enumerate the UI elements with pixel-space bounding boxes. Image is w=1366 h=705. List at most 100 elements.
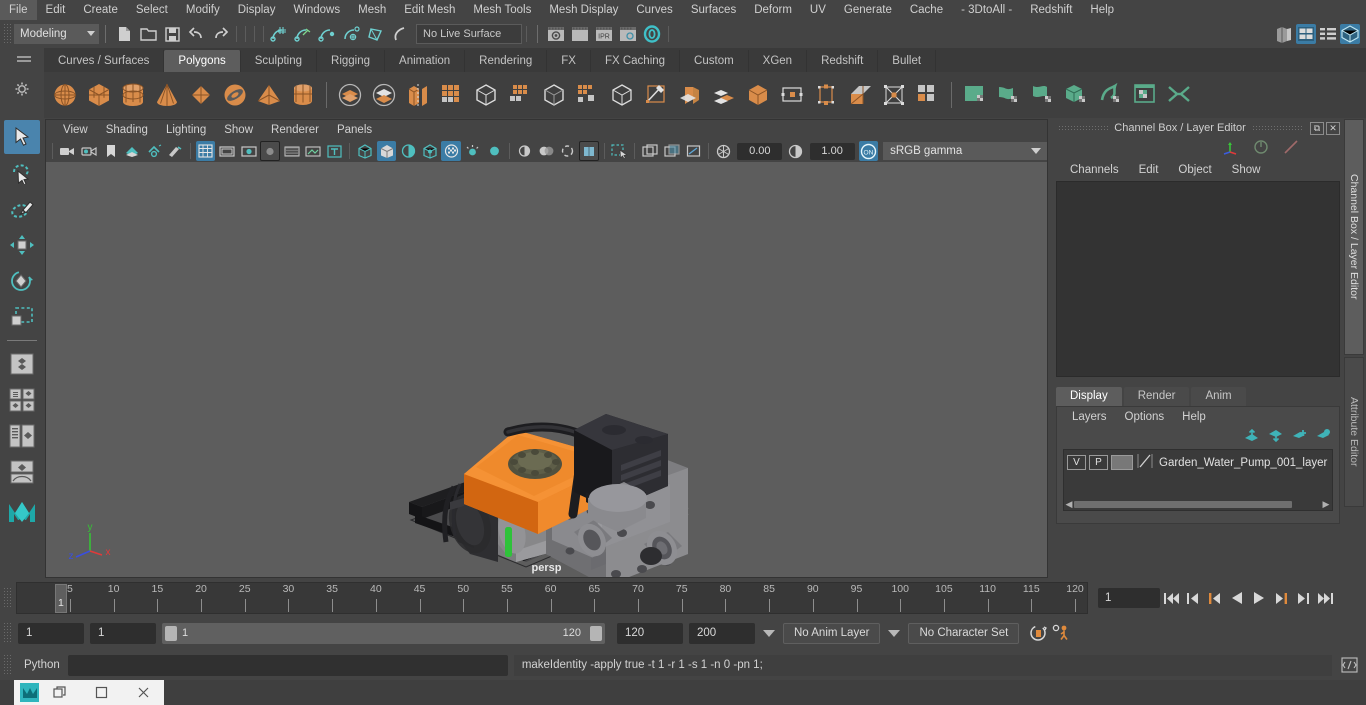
gamma-icon[interactable] (786, 141, 806, 161)
layer-menu-layers[interactable]: Layers (1063, 411, 1116, 423)
save-scene-icon[interactable] (161, 23, 183, 45)
viewport-menu-lighting[interactable]: Lighting (157, 120, 215, 140)
shelf-tab-rigging[interactable]: Rigging (317, 50, 386, 72)
menu-windows[interactable]: Windows (284, 0, 349, 20)
time-slider[interactable]: 1 5 10 15 20 25 30 35 40 45 50 55 60 65 70 75 80 85 90 95 1… (16, 582, 1088, 614)
depth-of-field-icon[interactable] (579, 141, 599, 161)
smooth-icon[interactable] (743, 80, 773, 110)
menu-mesh-display[interactable]: Mesh Display (540, 0, 627, 20)
channel-speed-icon[interactable] (1252, 139, 1270, 158)
image-plane-icon[interactable] (122, 141, 142, 161)
viewport-menu-shading[interactable]: Shading (97, 120, 157, 140)
menu-surfaces[interactable]: Surfaces (682, 0, 745, 20)
layer-list[interactable]: V P Garden_Water_Pump_001_layer ◀ ▶ (1063, 449, 1333, 511)
menu-cache[interactable]: Cache (901, 0, 952, 20)
poly-sphere-icon[interactable] (50, 80, 80, 110)
crease-icon[interactable] (845, 80, 875, 110)
move-layer-up-icon[interactable] (1244, 428, 1259, 445)
scrollbar-thumb[interactable] (1074, 501, 1292, 508)
restore-icon[interactable] (39, 686, 81, 699)
menu-mesh-tools[interactable]: Mesh Tools (464, 0, 540, 20)
make-live-icon[interactable] (389, 23, 411, 45)
shelf-tab-sculpting[interactable]: Sculpting (240, 50, 318, 72)
shelf-tab-animation[interactable]: Animation (385, 50, 466, 72)
scroll-left-arrow-icon[interactable]: ◀ (1064, 499, 1074, 510)
play-forwards-icon[interactable] (1249, 587, 1269, 609)
quad-draw-icon[interactable] (709, 80, 739, 110)
animation-end-time-field[interactable]: 200 (689, 622, 755, 644)
menu-modify[interactable]: Modify (177, 0, 229, 20)
poly-cube-icon[interactable] (84, 80, 114, 110)
channel-menu-edit[interactable]: Edit (1129, 164, 1169, 176)
viewport-menu-show[interactable]: Show (215, 120, 262, 140)
exposure-field[interactable]: 0.00 (737, 142, 783, 160)
smooth-shade-all-icon[interactable] (376, 141, 397, 161)
booleans-icon[interactable] (437, 80, 467, 110)
target-weld-icon[interactable] (675, 80, 705, 110)
snap-view-plane-icon[interactable] (365, 23, 387, 45)
statusbar-grip[interactable] (3, 23, 12, 45)
open-scene-icon[interactable] (137, 23, 159, 45)
shadow-icon[interactable] (484, 141, 504, 161)
maya-app-icon[interactable] (20, 683, 39, 702)
playback-end-time-field[interactable]: 120 (617, 622, 683, 644)
viewport-menu-renderer[interactable]: Renderer (262, 120, 328, 140)
undo-icon[interactable] (185, 23, 207, 45)
gamma-field[interactable]: 1.00 (809, 142, 855, 160)
range-start-handle[interactable] (165, 625, 177, 641)
command-language-label[interactable]: Python (14, 659, 68, 671)
select-tool-button[interactable] (4, 120, 40, 154)
anim-layer-selector[interactable]: No Anim Layer (783, 622, 881, 644)
four-view-layout-button[interactable] (4, 383, 40, 417)
current-frame-field[interactable]: 1 (1098, 588, 1160, 608)
shelf-tab-fx[interactable]: FX (547, 50, 591, 72)
poly-torus-icon[interactable] (220, 80, 250, 110)
scroll-right-arrow-icon[interactable]: ▶ (1320, 499, 1332, 510)
show-hide-editors-icon[interactable] (1274, 24, 1294, 44)
planar-map-icon[interactable] (994, 80, 1024, 110)
slide-edge-icon[interactable] (811, 80, 841, 110)
shelf-tab-rendering[interactable]: Rendering (465, 50, 548, 72)
connect-icon[interactable] (777, 80, 807, 110)
viewport-menu-panels[interactable]: Panels (328, 120, 381, 140)
uv-unfold-icon[interactable] (1096, 80, 1126, 110)
poly-prism-icon[interactable] (288, 80, 318, 110)
motion-blur-icon[interactable] (536, 141, 556, 161)
xray-joints-icon[interactable] (303, 141, 323, 161)
command-line-grip[interactable] (3, 654, 12, 676)
menu-file[interactable]: File (0, 0, 37, 20)
command-input-field[interactable] (67, 654, 508, 676)
shelf-tab-xgen[interactable]: XGen (748, 50, 808, 72)
layer-tab-anim[interactable]: Anim (1191, 387, 1246, 406)
chevron-down-icon[interactable] (763, 629, 775, 637)
channel-menu-channels[interactable]: Channels (1060, 164, 1129, 176)
shelf-tab-bullet[interactable]: Bullet (878, 50, 937, 72)
shadows-icon[interactable] (165, 141, 185, 161)
menu-edit-mesh[interactable]: Edit Mesh (395, 0, 464, 20)
snap-point-icon[interactable] (317, 23, 339, 45)
xray-mode-icon[interactable] (640, 141, 660, 161)
render-settings-icon[interactable] (617, 23, 639, 45)
film-gate-icon[interactable] (217, 141, 237, 161)
move-layer-down-icon[interactable] (1268, 429, 1283, 445)
layer-color-swatch[interactable] (1111, 455, 1133, 470)
step-back-keyframe-icon[interactable] (1183, 587, 1203, 609)
flat-shade-icon[interactable] (420, 141, 440, 161)
redo-icon[interactable] (209, 23, 231, 45)
channel-box-toggle-icon[interactable] (1296, 24, 1316, 44)
menu-uv[interactable]: UV (801, 0, 835, 20)
paint-select-tool-button[interactable] (4, 192, 40, 226)
gate-mask-icon[interactable] (260, 141, 280, 161)
render-region-icon[interactable] (569, 23, 591, 45)
close-icon[interactable]: ✕ (1326, 121, 1340, 135)
new-scene-icon[interactable] (113, 23, 135, 45)
multicut-icon[interactable] (641, 80, 671, 110)
layer-menu-help[interactable]: Help (1173, 411, 1215, 423)
poly-plane-icon[interactable] (186, 80, 216, 110)
channel-box-content[interactable] (1056, 181, 1340, 377)
automatic-map-icon[interactable] (1062, 80, 1092, 110)
range-slider-grip[interactable] (3, 622, 12, 644)
color-management-selector[interactable]: sRGB gamma (883, 142, 1026, 160)
scale-tool-button[interactable] (4, 300, 40, 334)
layer-tab-display[interactable]: Display (1056, 387, 1122, 406)
